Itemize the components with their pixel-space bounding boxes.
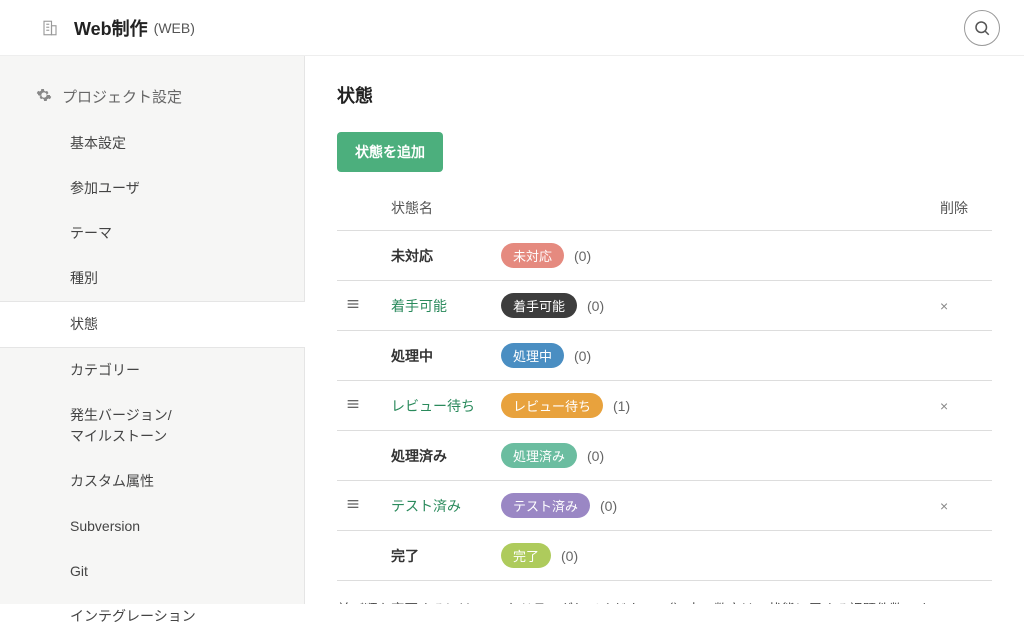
status-name[interactable]: レビュー待ち [383,381,493,431]
sidebar-item[interactable]: 種別 [0,256,304,301]
status-count: (0) [574,248,591,264]
status-count: (0) [574,348,591,364]
header-subtitle: (WEB) [154,20,195,36]
sidebar-item[interactable]: 基本設定 [0,121,304,166]
status-name: 未対応 [383,231,493,281]
sidebar: プロジェクト設定 基本設定参加ユーザテーマ種別状態カテゴリー発生バージョン/ マ… [0,56,305,604]
sidebar-heading-text: プロジェクト設定 [62,86,182,107]
column-header-name: 状態名 [383,186,932,231]
sidebar-item[interactable]: テーマ [0,211,304,256]
status-name[interactable]: 着手可能 [383,281,493,331]
delete-icon[interactable]: × [940,498,948,514]
table-row: レビュー待ちレビュー待ち (1) × [337,381,992,431]
table-row: 処理済み処理済み (0) [337,431,992,481]
table-row: 完了完了 (0) [337,531,992,581]
header-title: Web制作 [74,15,148,41]
drag-handle-icon[interactable] [345,396,361,412]
status-badge: 未対応 [501,243,564,268]
status-name: 完了 [383,531,493,581]
status-name: 処理済み [383,431,493,481]
sidebar-heading: プロジェクト設定 [0,78,304,121]
search-icon [973,19,991,37]
table-row: テスト済みテスト済み (0) × [337,481,992,531]
status-table: 状態名 削除 未対応未対応 (0) 着手可能着手可能 (0) × 処理中処理中 (0) レビュ… [337,186,992,581]
sidebar-item[interactable]: Git [0,549,304,594]
status-count: (1) [613,398,630,414]
status-badge: 処理済み [501,443,577,468]
sidebar-item[interactable]: カテゴリー [0,348,304,393]
status-name[interactable]: テスト済み [383,481,493,531]
status-badge: 処理中 [501,343,564,368]
sidebar-item[interactable]: 発生バージョン/ マイルストーン [0,393,304,459]
drag-handle-icon[interactable] [345,296,361,312]
table-row: 処理中処理中 (0) [337,331,992,381]
page-title: 状態 [337,82,992,108]
status-badge: レビュー待ち [501,393,603,418]
status-count: (0) [587,448,604,464]
delete-icon[interactable]: × [940,398,948,414]
sidebar-item[interactable]: カスタム属性 [0,459,304,504]
add-status-button[interactable]: 状態を追加 [337,132,443,172]
status-badge: 完了 [501,543,551,568]
status-count: (0) [600,498,617,514]
status-badge: テスト済み [501,493,590,518]
search-button[interactable] [964,10,1000,46]
header: Web制作 (WEB) [0,0,1024,56]
status-badge: 着手可能 [501,293,577,318]
delete-icon[interactable]: × [940,298,948,314]
sidebar-item[interactable]: インテグレーション [0,594,304,639]
table-row: 未対応未対応 (0) [337,231,992,281]
column-header-delete: 削除 [932,186,992,231]
status-count: (0) [561,548,578,564]
drag-handle-icon[interactable] [345,496,361,512]
sidebar-item[interactable]: 参加ユーザ [0,166,304,211]
building-icon [40,18,60,38]
status-name: 処理中 [383,331,493,381]
main-content: 状態 状態を追加 状態名 削除 未対応未対応 (0) 着手可能着手可能 (0) × 処理中… [305,56,1024,604]
table-row: 着手可能着手可能 (0) × [337,281,992,331]
sidebar-item[interactable]: 状態 [0,301,305,348]
gear-icon [36,87,52,107]
hint-text: 並び順を変更するには をドラッグしてください。（）内の数字は、状態に属する課題件… [337,599,992,604]
status-count: (0) [587,298,604,314]
sidebar-item[interactable]: Subversion [0,504,304,549]
